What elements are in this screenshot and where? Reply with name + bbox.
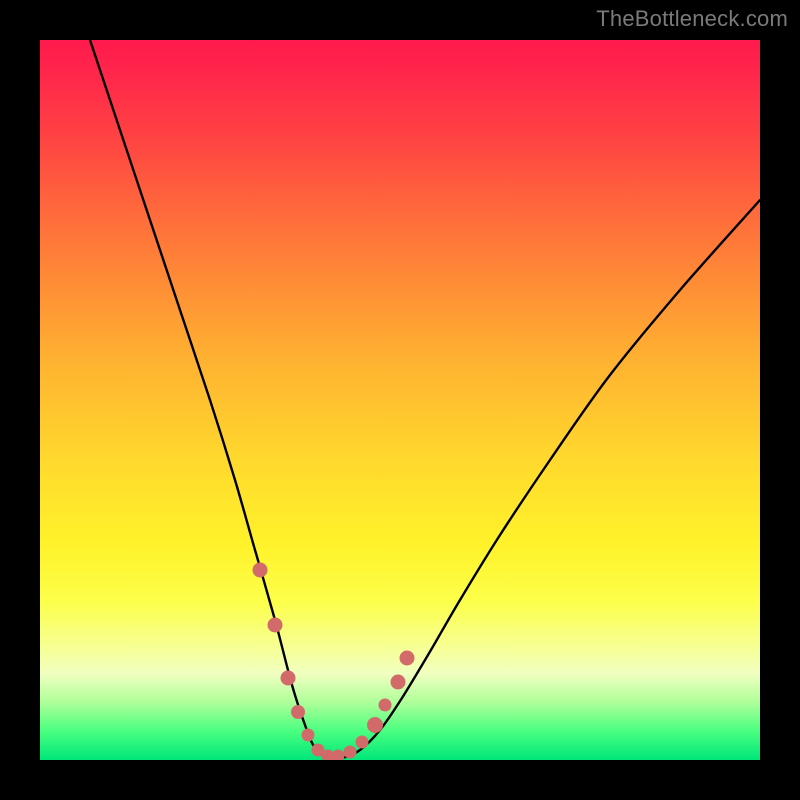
highlight-dot [253, 563, 268, 578]
highlight-dot [344, 746, 357, 759]
highlight-markers [253, 563, 415, 761]
highlight-dot [281, 671, 296, 686]
highlight-dot [291, 705, 305, 719]
plot-area [40, 40, 760, 760]
highlight-dot [379, 699, 392, 712]
highlight-dot [356, 736, 369, 749]
highlight-dot [332, 750, 345, 761]
highlight-dot [391, 675, 406, 690]
highlight-dot [367, 717, 383, 733]
chart-frame: TheBottleneck.com [0, 0, 800, 800]
watermark-label: TheBottleneck.com [596, 6, 788, 32]
highlight-dot [302, 729, 315, 742]
highlight-dot [268, 618, 283, 633]
highlight-dot [400, 651, 415, 666]
curve-svg [40, 40, 760, 760]
bottleneck-curve [90, 40, 760, 759]
